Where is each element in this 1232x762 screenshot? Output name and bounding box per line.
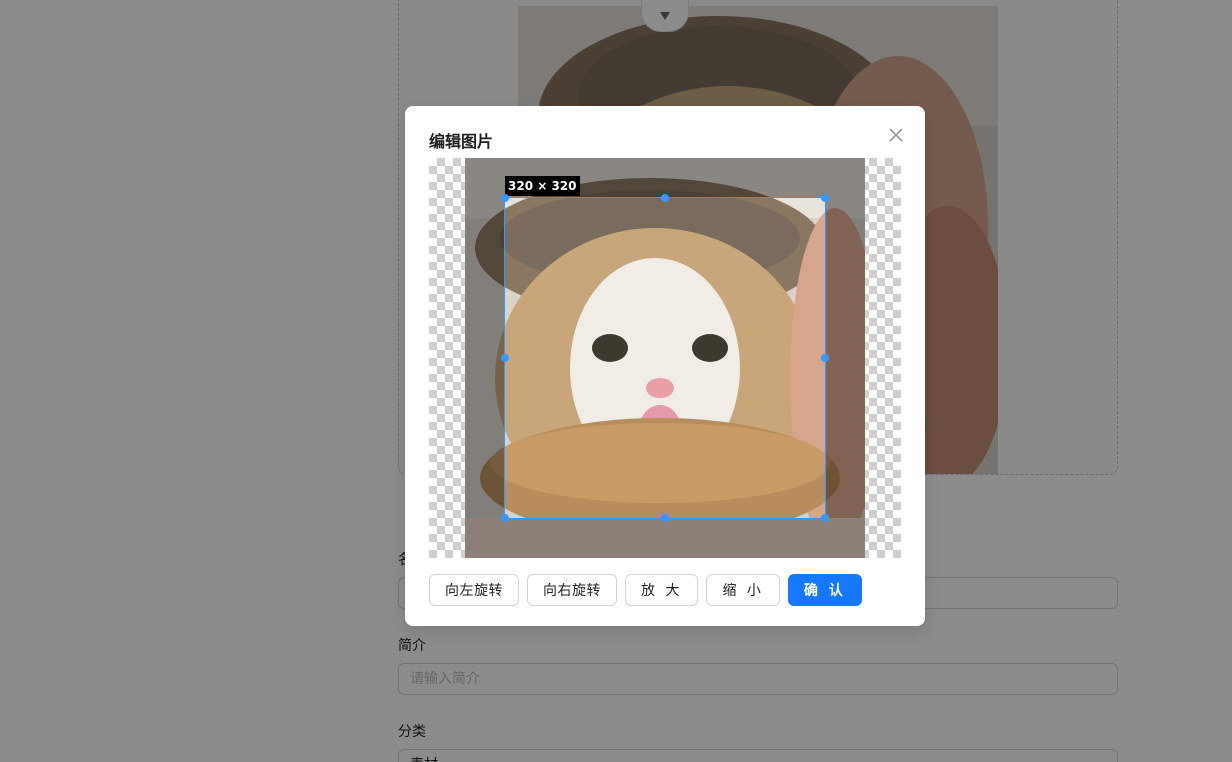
zoom-in-button[interactable]: 放 大 [625, 574, 699, 606]
rotate-left-button[interactable]: 向左旋转 [429, 574, 519, 606]
close-button[interactable] [885, 124, 907, 146]
close-icon [889, 128, 903, 142]
modal-actions: 向左旋转 向右旋转 放 大 缩 小 确 认 [429, 574, 862, 606]
crop-handle-bottom-right[interactable] [821, 514, 829, 522]
crop-handle-bottom-left[interactable] [501, 514, 509, 522]
crop-handle-top[interactable] [661, 194, 669, 202]
crop-selection[interactable] [504, 197, 826, 519]
rotate-right-button[interactable]: 向右旋转 [527, 574, 617, 606]
crop-handle-top-left[interactable] [501, 194, 509, 202]
crop-handle-bottom[interactable] [661, 514, 669, 522]
modal-title: 编辑图片 [429, 132, 494, 151]
crop-handle-top-right[interactable] [821, 194, 829, 202]
edit-image-modal: 编辑图片 320 × 320 向左旋转 向右旋转 放 大 缩 小 确 认 [405, 106, 925, 626]
crop-size-label: 320 × 320 [505, 176, 580, 196]
confirm-button[interactable]: 确 认 [787, 574, 862, 606]
crop-handle-right[interactable] [821, 354, 829, 362]
crop-area[interactable]: 320 × 320 [429, 158, 901, 558]
crop-handle-left[interactable] [501, 354, 509, 362]
zoom-out-button[interactable]: 缩 小 [706, 574, 780, 606]
